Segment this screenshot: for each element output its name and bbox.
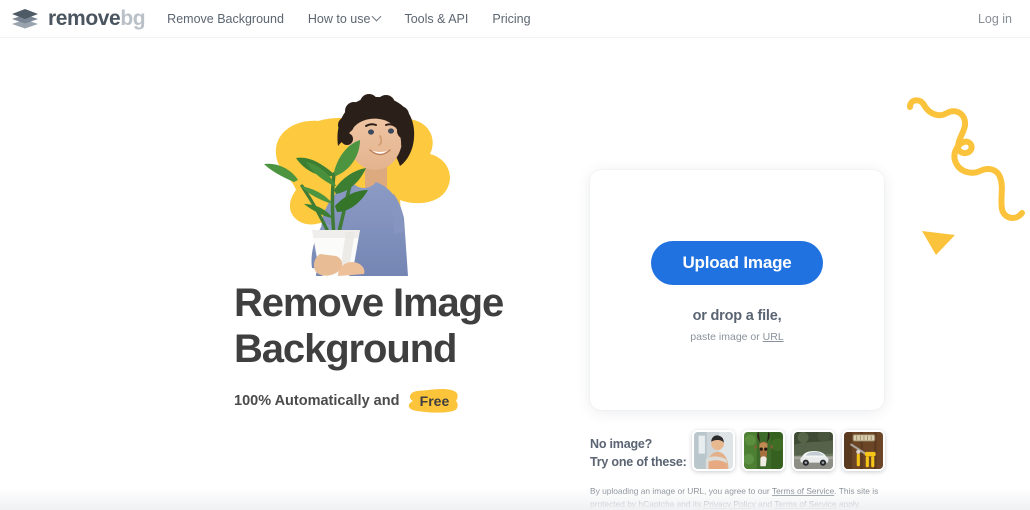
upload-dropzone[interactable]: Upload Image or drop a file, paste image… <box>590 170 884 410</box>
nav-how-to-use[interactable]: How to use <box>307 11 382 26</box>
nav-how-to-use-label: How to use <box>307 11 371 26</box>
headline-line-1: Remove Image <box>234 281 504 325</box>
nav-pricing[interactable]: Pricing <box>492 12 530 26</box>
logo-word-bg: bg <box>120 7 146 30</box>
privacy-policy-link[interactable]: Privacy Policy <box>704 499 756 509</box>
nav-remove-background-label: Remove Background <box>167 11 284 26</box>
hero-illustration <box>234 86 474 276</box>
legal-disclaimer: By uploading an image or URL, you agree … <box>590 485 890 510</box>
hero-left-column: Remove Image Background 100% Automatical… <box>0 38 580 510</box>
legal-part-1: By uploading an image or URL, you agree … <box>590 486 772 496</box>
samples-label: No image? Try one of these: <box>590 430 690 471</box>
sample-thumbnails <box>692 430 885 471</box>
nav-tools-api[interactable]: Tools & API <box>404 12 468 26</box>
hero-subtitle: 100% Automatically and Free <box>234 388 460 414</box>
free-badge-label: Free <box>419 393 450 409</box>
page-title: Remove Image Background <box>234 280 564 372</box>
legal-part-4: apply. <box>836 499 861 510</box>
legal-part-3: and <box>755 499 775 510</box>
sample-thumb-paint-rollers[interactable] <box>842 430 885 471</box>
sample-images-section: No image? Try one of these: <box>590 430 885 471</box>
nav-pricing-label: Pricing <box>492 11 531 26</box>
samples-label-line-1: No image? <box>590 437 653 451</box>
decorative-squiggle-group <box>900 95 1030 265</box>
layers-diamond-icon <box>10 8 48 30</box>
paste-hint-prefix: paste image or <box>690 331 763 343</box>
headline-line-2: Background <box>234 327 457 371</box>
free-badge: Free <box>408 388 460 414</box>
samples-label-line-2: Try one of these: <box>590 455 687 470</box>
terms-of-service-link-1[interactable]: Terms of Service <box>772 486 834 496</box>
paste-url-link[interactable]: URL <box>763 331 784 343</box>
drop-a-file-text: or drop a file, <box>692 308 782 324</box>
logo-word-remove: remove <box>48 7 121 30</box>
remove-bg-landing-page: removebg Remove Background How to use To… <box>0 0 1030 510</box>
paste-hint: paste image or URL <box>690 331 783 343</box>
login-link[interactable]: Log in <box>978 12 1012 26</box>
main-nav: Remove Background How to use Tools & API… <box>167 12 530 26</box>
sample-thumb-antelope[interactable] <box>742 430 785 471</box>
nav-tools-api-label: Tools & API <box>404 11 469 26</box>
chevron-down-icon <box>371 11 382 22</box>
hero-subtitle-text: 100% Automatically and <box>234 393 400 409</box>
yellow-squiggle-icon <box>907 97 1025 221</box>
yellow-triangle-icon <box>922 231 955 255</box>
terms-of-service-link-2[interactable]: Terms of Service <box>774 499 836 509</box>
site-header: removebg Remove Background How to use To… <box>0 0 1030 38</box>
logo-wordmark: removebg <box>48 7 146 30</box>
nav-remove-background[interactable]: Remove Background <box>167 12 284 26</box>
upload-image-button[interactable]: Upload Image <box>651 241 823 285</box>
site-logo[interactable]: removebg <box>10 7 146 30</box>
sample-thumb-car[interactable] <box>792 430 835 471</box>
sample-thumb-man[interactable] <box>692 430 735 471</box>
